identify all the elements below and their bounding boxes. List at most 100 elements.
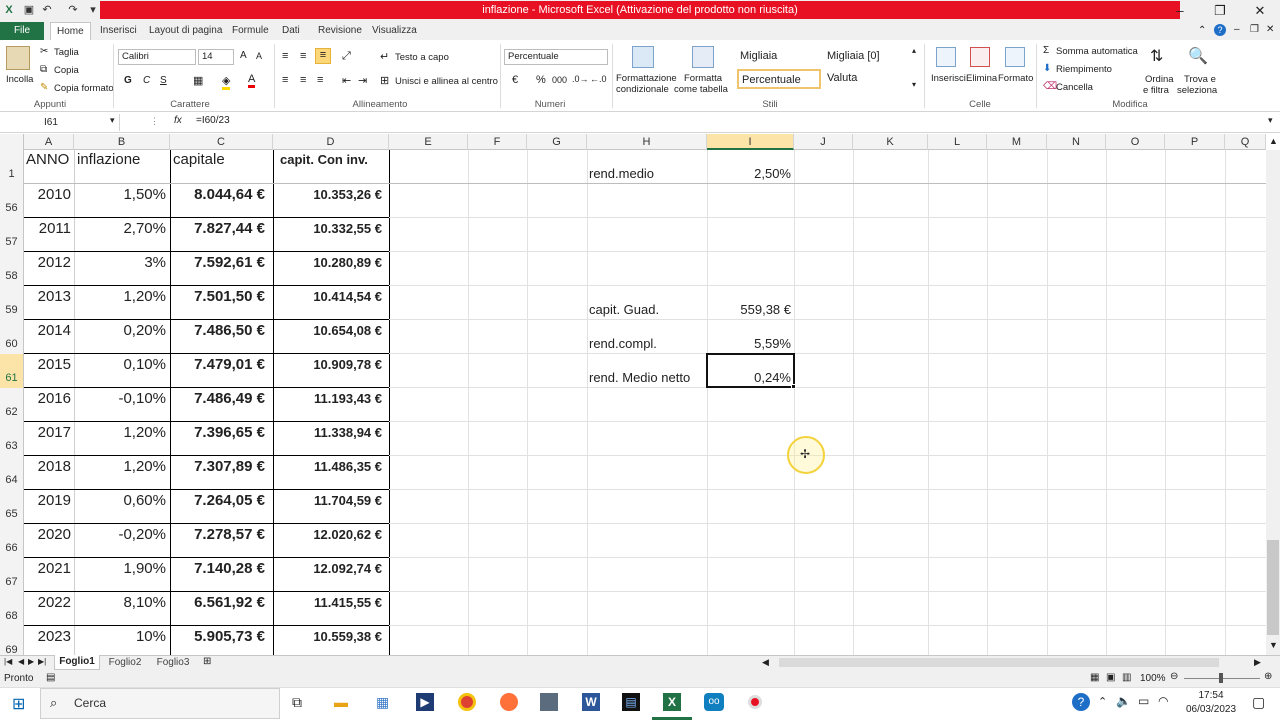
- decrease-decimal-icon[interactable]: ←.0: [590, 74, 607, 84]
- hscroll-left-icon[interactable]: ◀: [762, 657, 769, 668]
- increase-indent-icon[interactable]: ⇥: [358, 74, 367, 87]
- wrap-text-button[interactable]: Testo a capo: [395, 52, 449, 63]
- row-header[interactable]: 56: [0, 184, 24, 218]
- align-bottom-icon[interactable]: ≡: [315, 48, 331, 64]
- column-header-i[interactable]: I: [707, 134, 794, 150]
- zoom-in-icon[interactable]: ⊕: [1264, 671, 1272, 682]
- row-header[interactable]: 64: [0, 456, 24, 490]
- underline-button[interactable]: S: [160, 75, 167, 86]
- merge-center-button[interactable]: Unisci e allinea al centro: [395, 76, 498, 87]
- percent-format-button[interactable]: %: [536, 74, 546, 86]
- cell-h-label[interactable]: rend. Medio netto: [589, 370, 690, 385]
- column-header-n[interactable]: N: [1047, 134, 1106, 150]
- find-select-button-line2[interactable]: seleziona: [1177, 85, 1217, 96]
- find-select-icon[interactable]: 🔍: [1188, 46, 1208, 66]
- tab-home[interactable]: Home: [50, 22, 91, 40]
- insert-function-button[interactable]: fx: [174, 115, 182, 126]
- cell-inflation[interactable]: 8,10%: [74, 594, 166, 611]
- bold-button[interactable]: G: [124, 75, 132, 86]
- cell-capital[interactable]: 7.486,50 €: [170, 322, 265, 339]
- name-box[interactable]: I61: [0, 114, 120, 131]
- sheet-nav-first-icon[interactable]: |◀: [4, 657, 12, 666]
- wifi-icon[interactable]: ◠: [1158, 694, 1168, 708]
- tab-formulas[interactable]: Formule: [226, 22, 275, 40]
- cell-d1[interactable]: capit. Con inv.: [280, 152, 368, 167]
- styles-scroll-up-icon[interactable]: ▴: [912, 46, 916, 55]
- cell-year[interactable]: 2014: [24, 322, 71, 339]
- cell-year[interactable]: 2022: [24, 594, 71, 611]
- cell-capital-invested[interactable]: 10.654,08 €: [273, 323, 382, 338]
- copy-icon[interactable]: ⧉: [40, 64, 47, 75]
- sort-filter-icon[interactable]: ⇅: [1150, 46, 1163, 66]
- cell-inflation[interactable]: 3%: [74, 254, 166, 271]
- clock-date[interactable]: 06/03/2023: [1178, 704, 1244, 715]
- cell-capital[interactable]: 8.044,64 €: [170, 186, 265, 203]
- cell-capital-invested[interactable]: 11.415,55 €: [273, 595, 382, 610]
- row-header[interactable]: 60: [0, 320, 24, 354]
- align-middle-icon[interactable]: ≡: [300, 50, 306, 62]
- cell-capital[interactable]: 6.561,92 €: [170, 594, 265, 611]
- cell-h-label[interactable]: capit. Guad.: [589, 302, 659, 317]
- cell-year[interactable]: 2023: [24, 628, 71, 645]
- vertical-scroll-thumb[interactable]: [1267, 540, 1279, 635]
- font-size-select[interactable]: 14: [198, 49, 234, 65]
- calculator-icon[interactable]: ▦: [376, 694, 389, 711]
- row-header[interactable]: 57: [0, 218, 24, 252]
- number-format-select[interactable]: Percentuale: [504, 49, 608, 65]
- tab-review[interactable]: Revisione: [312, 22, 368, 40]
- cell-year[interactable]: 2012: [24, 254, 71, 271]
- normal-view-icon[interactable]: ▦: [1090, 672, 1099, 683]
- cell-inflation[interactable]: 1,20%: [74, 424, 166, 441]
- cell-capital[interactable]: 7.827,44 €: [170, 220, 265, 237]
- sort-filter-button-line2[interactable]: e filtra: [1143, 85, 1169, 96]
- borders-icon[interactable]: ▦: [193, 74, 203, 87]
- merge-center-icon[interactable]: ⊞: [380, 74, 389, 87]
- copy-button[interactable]: Copia: [54, 65, 79, 76]
- word-icon[interactable]: W: [582, 693, 600, 711]
- column-header-l[interactable]: L: [928, 134, 987, 150]
- format-as-table-button[interactable]: Formatta: [684, 73, 722, 84]
- excel-taskbar-icon[interactable]: X: [663, 693, 681, 711]
- cell-inflation[interactable]: 2,70%: [74, 220, 166, 237]
- cell-i-value[interactable]: 559,38 €: [707, 302, 791, 317]
- sheet-nav-prev-icon[interactable]: ◀: [18, 657, 24, 666]
- cell-capital[interactable]: 7.479,01 €: [170, 356, 265, 373]
- task-view-icon[interactable]: ⧉: [292, 694, 302, 711]
- cut-icon[interactable]: ✂: [40, 46, 48, 57]
- cell-year[interactable]: 2013: [24, 288, 71, 305]
- cell-year[interactable]: 2017: [24, 424, 71, 441]
- cell-capital[interactable]: 7.307,89 €: [170, 458, 265, 475]
- sheet-tab-foglio1[interactable]: Foglio1: [54, 655, 100, 670]
- save-icon[interactable]: ▣: [22, 3, 36, 17]
- tab-insert[interactable]: Inserisci: [94, 22, 143, 40]
- column-header-b[interactable]: B: [74, 134, 170, 150]
- cell-capital[interactable]: 7.592,61 €: [170, 254, 265, 271]
- format-cells-icon[interactable]: [1005, 47, 1025, 67]
- help-tray-icon[interactable]: ?: [1072, 693, 1090, 711]
- row-header[interactable]: 63: [0, 422, 24, 456]
- redo-icon[interactable]: ↷: [66, 3, 80, 17]
- format-as-table-button-line2[interactable]: come tabella: [674, 84, 728, 95]
- doc-close-icon[interactable]: ✕: [1266, 24, 1274, 35]
- column-header-p[interactable]: P: [1165, 134, 1225, 150]
- autosum-icon[interactable]: Σ: [1043, 45, 1049, 56]
- row-header[interactable]: 66: [0, 524, 24, 558]
- font-color-icon[interactable]: A: [248, 73, 256, 88]
- hscroll-right-icon[interactable]: ▶: [1254, 657, 1261, 668]
- column-header-q[interactable]: Q: [1225, 134, 1266, 150]
- tab-page-layout[interactable]: Layout di pagina: [143, 22, 228, 40]
- italic-button[interactable]: C: [143, 75, 150, 86]
- tab-data[interactable]: Dati: [276, 22, 306, 40]
- cell-capital-invested[interactable]: 10.909,78 €: [273, 357, 382, 372]
- row-header[interactable]: 59: [0, 286, 24, 320]
- zoom-slider-handle[interactable]: [1219, 673, 1223, 683]
- horizontal-scroll-thumb[interactable]: [779, 658, 1219, 667]
- row-header[interactable]: 65: [0, 490, 24, 524]
- scroll-down-icon[interactable]: ▼: [1269, 640, 1278, 650]
- cell-h-label[interactable]: rend.compl.: [589, 336, 657, 351]
- doc-minimize-icon[interactable]: –: [1234, 24, 1240, 35]
- fill-button[interactable]: Riempimento: [1056, 64, 1112, 75]
- windows-start-icon[interactable]: ⊞: [12, 694, 25, 714]
- cell-inflation[interactable]: 1,20%: [74, 458, 166, 475]
- cell-year[interactable]: 2018: [24, 458, 71, 475]
